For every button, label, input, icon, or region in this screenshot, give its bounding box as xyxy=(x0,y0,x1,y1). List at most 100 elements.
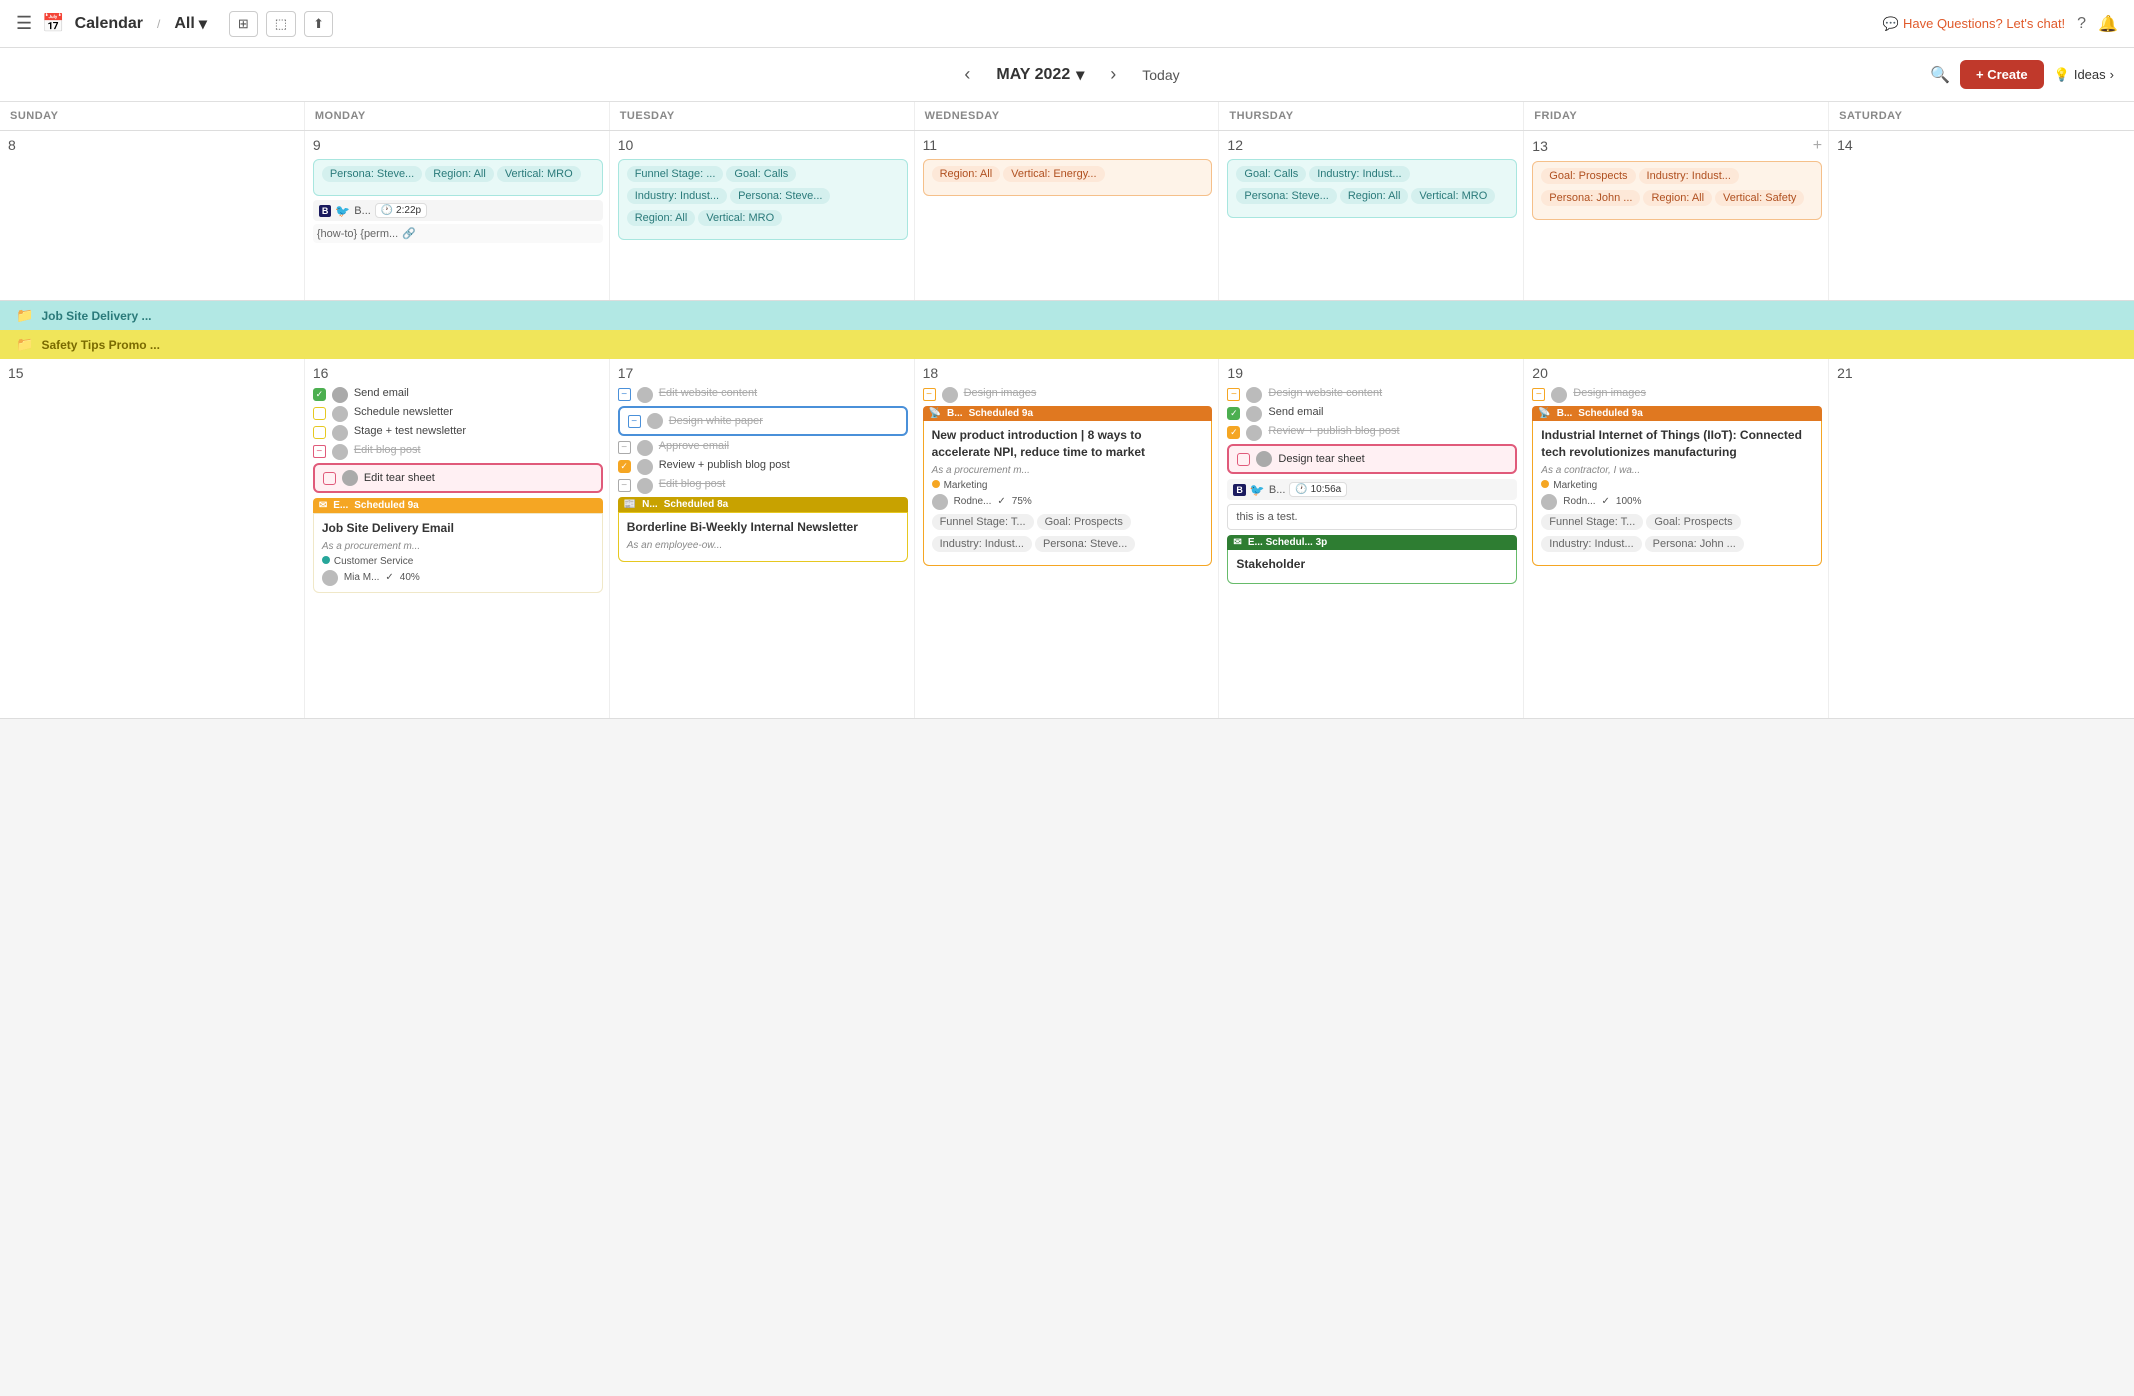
checkbox-design-web-19[interactable]: − xyxy=(1227,388,1240,401)
event-fri13-chips[interactable]: Goal: Prospects Industry: Indust... Pers… xyxy=(1532,161,1822,220)
chip-persona-20: Persona: John ... xyxy=(1645,536,1744,552)
folder-icon-teal: 📁 xyxy=(16,307,33,324)
checkbox-stage[interactable] xyxy=(313,426,326,439)
banner-yellow-text: Safety Tips Promo ... xyxy=(41,338,159,352)
search-button[interactable]: 🔍 xyxy=(1930,65,1950,85)
task-design-images-18[interactable]: − Design images xyxy=(923,387,1213,403)
newsletter-card-17[interactable]: Borderline Bi-Weekly Internal Newsletter… xyxy=(618,512,908,562)
scheduled-block-19[interactable]: ✉ E... Schedul... 3p Stakeholder xyxy=(1227,535,1517,584)
checkbox-approve[interactable]: − xyxy=(618,441,631,454)
checkbox-edit-tear[interactable] xyxy=(323,472,336,485)
day-19: 19 − Design website content ✓ Send email… xyxy=(1219,359,1524,718)
checkbox-design-tear[interactable] xyxy=(1237,453,1250,466)
checkbox-design-18[interactable]: − xyxy=(923,388,936,401)
task-send-email-19[interactable]: ✓ Send email xyxy=(1227,406,1517,422)
chip-persona: Persona: Steve... xyxy=(1236,188,1336,204)
share-button[interactable]: ⬆ xyxy=(304,11,333,37)
newsletter-title-20: Industrial Internet of Things (IIoT): Co… xyxy=(1541,427,1813,461)
view-dropdown[interactable]: All ▾ xyxy=(174,14,206,34)
avatar-edit-blog-17 xyxy=(637,478,653,494)
monitor-button[interactable]: ⬚ xyxy=(266,11,296,37)
task-design-images-20[interactable]: − Design images xyxy=(1532,387,1822,403)
scheduled-block-16[interactable]: ✉ E... Scheduled 9a Job Site Delivery Em… xyxy=(313,498,603,593)
event-mon9-chips[interactable]: Persona: Steve... Region: All Vertical: … xyxy=(313,159,603,196)
task-edit-web[interactable]: − Edit website content xyxy=(618,387,908,403)
newsletter-sub-20: As a contractor, I wa... xyxy=(1541,465,1813,476)
create-button[interactable]: + Create xyxy=(1960,60,2044,89)
day-21: 21 xyxy=(1829,359,2134,718)
check-20: ✓ xyxy=(1602,496,1610,507)
filter-button[interactable]: ⊞ xyxy=(229,11,258,37)
bell-icon[interactable]: 🔔 xyxy=(2098,14,2118,34)
scheduled-time: Scheduled 9a xyxy=(354,500,418,511)
checkbox-send-email[interactable]: ✓ xyxy=(313,388,326,401)
bulb-icon: 💡 xyxy=(2054,67,2070,83)
event-tue10-chips[interactable]: Funnel Stage: ... Goal: Calls Industry: … xyxy=(618,159,908,240)
social-row-9[interactable]: B 🐦 B... 🕐 2:22p xyxy=(313,200,603,221)
task-approve-email[interactable]: − Approve email xyxy=(618,440,908,456)
calendar-header: ‹ MAY 2022 ▾ › Today 🔍 + Create 💡 Ideas … xyxy=(0,48,2134,102)
task-schedule-newsletter[interactable]: Schedule newsletter xyxy=(313,406,603,422)
task-design-web-19[interactable]: − Design website content xyxy=(1227,387,1517,403)
menu-icon[interactable]: ☰ xyxy=(16,13,32,34)
checkbox-send-19[interactable]: ✓ xyxy=(1227,407,1240,420)
checkbox-design-20[interactable]: − xyxy=(1532,388,1545,401)
link-icon: 🔗 xyxy=(402,227,416,240)
checkbox-edit-blog-17[interactable]: − xyxy=(618,479,631,492)
task-review-pub[interactable]: ✓ Review + publish blog post xyxy=(618,459,908,475)
perma-row[interactable]: {how-to} {perm... 🔗 xyxy=(313,224,603,243)
scheduled-block-17[interactable]: 📰 N... Scheduled 8a Borderline Bi-Weekly… xyxy=(618,497,908,562)
checkbox-edit-web[interactable]: − xyxy=(618,388,631,401)
task-edit-blog-17[interactable]: − Edit blog post xyxy=(618,478,908,494)
task-edit-blog[interactable]: − Edit blog post xyxy=(313,444,603,460)
next-month-button[interactable]: › xyxy=(1100,60,1126,89)
chip-vertical: Vertical: Energy... xyxy=(1003,166,1104,182)
scheduled-bar-20: 📡 B... Scheduled 9a xyxy=(1532,406,1822,421)
newsletter-card-18[interactable]: New product introduction | 8 ways to acc… xyxy=(923,421,1213,566)
task-send-email[interactable]: ✓ Send email xyxy=(313,387,603,403)
chip-persona: Persona: Steve... xyxy=(322,166,422,182)
chip-industry: Industry: Indust... xyxy=(1639,168,1739,184)
day-num-21: 21 xyxy=(1837,365,2128,381)
newsletter-card-19[interactable]: Stakeholder xyxy=(1227,550,1517,584)
progress-16: Mia M... ✓ 40% xyxy=(322,570,594,586)
event-wed11-chips[interactable]: Region: All Vertical: Energy... xyxy=(923,159,1213,196)
event-thu12-chips[interactable]: Goal: Calls Industry: Indust... Persona:… xyxy=(1227,159,1517,218)
scheduled-bar-17: 📰 N... Scheduled 8a xyxy=(618,497,908,512)
social-label: B... xyxy=(354,205,371,217)
checkbox-schedule[interactable] xyxy=(313,407,326,420)
add-event-icon[interactable]: + xyxy=(1813,137,1822,155)
perma-text: {how-to} {perm... xyxy=(317,228,398,240)
newsletter-card-20[interactable]: Industrial Internet of Things (IIoT): Co… xyxy=(1532,421,1822,566)
prev-month-button[interactable]: ‹ xyxy=(954,60,980,89)
today-button[interactable]: Today xyxy=(1142,67,1179,83)
day-num-8: 8 xyxy=(8,137,298,153)
scheduled-block-20[interactable]: 📡 B... Scheduled 9a Industrial Internet … xyxy=(1532,406,1822,566)
chip-goal: Goal: Calls xyxy=(1236,166,1306,182)
checkbox-review-19[interactable]: ✓ xyxy=(1227,426,1240,439)
avatar-send-19 xyxy=(1246,406,1262,422)
help-icon[interactable]: ? xyxy=(2077,15,2086,33)
task-design-tear-sheet[interactable]: Design tear sheet xyxy=(1227,444,1517,474)
task-review-pub-19[interactable]: ✓ Review + publish blog post xyxy=(1227,425,1517,441)
progress-val-16: 40% xyxy=(400,572,420,583)
checkbox-edit-blog[interactable]: − xyxy=(313,445,326,458)
banner-teal[interactable]: 📁 Job Site Delivery ... xyxy=(0,301,2134,330)
banner-yellow[interactable]: 📁 Safety Tips Promo ... xyxy=(0,330,2134,359)
task-edit-tear-sheet[interactable]: Edit tear sheet xyxy=(313,463,603,493)
chip-vertical: Vertical: MRO xyxy=(698,210,782,226)
checkbox-design-wp[interactable]: − xyxy=(628,415,641,428)
news-time-17: Scheduled 8a xyxy=(664,499,728,510)
chat-link[interactable]: 💬 Have Questions? Let's chat! xyxy=(1883,16,2065,32)
checkbox-review[interactable]: ✓ xyxy=(618,460,631,473)
task-label-edit-blog-17: Edit blog post xyxy=(659,478,726,490)
task-stage-test[interactable]: Stage + test newsletter xyxy=(313,425,603,441)
social-row-19[interactable]: B 🐦 B... 🕐 10:56a xyxy=(1227,479,1517,500)
scheduled-block-18[interactable]: 📡 B... Scheduled 9a New product introduc… xyxy=(923,406,1213,566)
newsletter-card-16[interactable]: Job Site Delivery Email As a procurement… xyxy=(313,513,603,593)
month-title[interactable]: MAY 2022 ▾ xyxy=(996,65,1084,85)
ideas-button[interactable]: 💡 Ideas › xyxy=(2054,67,2114,83)
dot-orange-20 xyxy=(1541,480,1549,488)
task-label-review: Review + publish blog post xyxy=(659,459,790,471)
task-design-white-paper[interactable]: − Design white paper xyxy=(618,406,908,436)
